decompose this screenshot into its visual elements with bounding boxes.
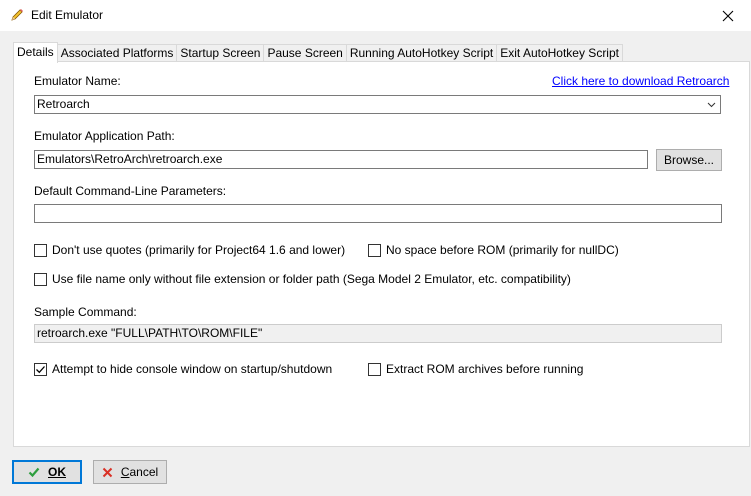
file-name-only-checkbox[interactable]: Use file name only without file extensio… [34, 272, 571, 286]
window-title: Edit Emulator [31, 8, 104, 22]
ok-label: OK [48, 465, 66, 479]
checkbox-label: Don't use quotes (primarily for Project6… [52, 243, 346, 257]
checkbox-box[interactable] [34, 243, 47, 257]
checkbox-box[interactable] [368, 243, 381, 257]
checkmark-icon [28, 466, 40, 478]
cancel-rest: ancel [129, 465, 159, 479]
app-path-label: Emulator Application Path: [34, 129, 175, 143]
hide-console-checkbox[interactable]: Attempt to hide console window on startu… [34, 362, 332, 376]
sample-command-label: Sample Command: [34, 305, 137, 319]
edit-emulator-dialog: Edit Emulator Details Associated Platfor… [0, 0, 751, 496]
title-bar: Edit Emulator [0, 0, 751, 31]
pencil-icon [10, 8, 24, 22]
checkbox-box[interactable] [34, 272, 47, 286]
details-panel: Emulator Name: Click here to download Re… [13, 61, 750, 447]
no-space-before-rom-checkbox[interactable]: No space before ROM (primarily for nullD… [368, 243, 619, 257]
extract-rom-archives-checkbox[interactable]: Extract ROM archives before running [368, 362, 583, 376]
cancel-label: Cancel [121, 465, 158, 479]
download-retroarch-link[interactable]: Click here to download Retroarch [552, 74, 729, 88]
checkbox-box[interactable] [34, 362, 47, 376]
sample-command-field: retroarch.exe "FULL\PATH\TO\ROM\FILE" [34, 324, 722, 343]
tab-strip: Details Associated Platforms Startup Scr… [13, 42, 623, 63]
checkbox-label: Use file name only without file extensio… [52, 272, 571, 286]
chevron-down-icon [707, 102, 716, 108]
close-button[interactable] [705, 0, 751, 31]
tab-details[interactable]: Details [13, 42, 58, 63]
ok-button[interactable]: OK [12, 460, 82, 484]
emulator-name-label: Emulator Name: [34, 74, 121, 88]
checkbox-label: No space before ROM (primarily for nullD… [386, 243, 619, 257]
checkbox-label: Attempt to hide console window on startu… [52, 362, 333, 376]
app-path-input[interactable]: Emulators\RetroArch\retroarch.exe [34, 150, 648, 169]
dont-use-quotes-checkbox[interactable]: Don't use quotes (primarily for Project6… [34, 243, 345, 257]
emulator-name-value: Retroarch [37, 97, 90, 111]
emulator-name-combo[interactable]: Retroarch [34, 95, 721, 114]
checkmark-icon [36, 365, 45, 373]
cancel-button[interactable]: Cancel [93, 460, 167, 484]
params-input[interactable] [34, 204, 722, 223]
close-icon [722, 10, 734, 21]
checkbox-label: Extract ROM archives before running [386, 362, 584, 376]
checkbox-box[interactable] [368, 362, 381, 376]
params-label: Default Command-Line Parameters: [34, 184, 227, 198]
browse-button[interactable]: Browse... [656, 149, 722, 171]
x-icon [102, 467, 113, 478]
